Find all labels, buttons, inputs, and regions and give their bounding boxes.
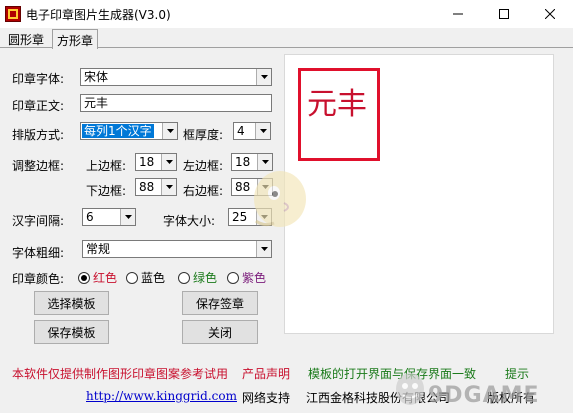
chevron-down-icon [162,123,177,139]
mascot-watermark-icon [254,171,306,227]
radio-red[interactable]: 红色 [78,269,117,286]
bottom-border-value: 88 [139,180,155,194]
weight-value: 常规 [86,242,111,256]
maximize-button[interactable] [481,0,527,28]
close-icon [545,9,555,19]
border-thickness-value: 4 [237,124,245,138]
radio-red-label: 红色 [93,271,118,285]
bottom-border-label: 下边框: [86,184,127,198]
layout-label: 排版方式: [12,128,65,142]
minimize-button[interactable] [435,0,481,28]
seal-preview-text: 元丰 [307,87,367,122]
minimize-icon [453,13,463,15]
close-window-button[interactable] [527,0,573,28]
radio-green[interactable]: 绿色 [178,269,217,286]
adjust-border-label: 调整边框: [12,159,65,173]
font-label: 印章字体: [12,72,65,86]
border-thickness-label: 框厚度: [183,128,224,142]
layout-select[interactable]: 每列1个汉字 [80,122,178,140]
watermark-logo-icon [396,373,424,405]
radio-dot [178,271,190,284]
window-title: 电子印章图片生成器(V3.0) [26,8,171,22]
tab-square-seal[interactable]: 方形章 [52,29,99,49]
left-border-label: 左边框: [183,159,224,173]
seal-text-input[interactable]: 元丰 [80,94,272,112]
spacing-select[interactable]: 6 [82,208,136,226]
spacing-value: 6 [86,210,94,224]
save-seal-button[interactable]: 保存签章 [182,291,258,315]
maximize-icon [499,9,509,19]
chevron-down-icon [161,179,176,195]
seal-preview: 元丰 [298,68,380,161]
watermark-text: 9DGAME [428,383,540,408]
weight-select[interactable]: 常规 [82,240,272,258]
tab-round-seal[interactable]: 圆形章 [4,29,48,48]
chevron-down-icon [256,241,271,257]
website-link[interactable]: http://www.kinggrid.com [86,389,237,403]
color-label: 印章颜色: [12,272,65,286]
text-label: 印章正文: [12,99,65,113]
radio-dot [126,271,138,284]
layout-select-value: 每列1个汉字 [82,124,154,138]
font-select-value: 宋体 [84,70,109,84]
chevron-down-icon [256,69,271,85]
product-statement-link[interactable]: 产品声明 [242,365,290,382]
border-thickness-select[interactable]: 4 [233,122,271,140]
tab-strip: 圆形章 方形章 [0,28,573,49]
right-border-label: 右边框: [183,184,224,198]
app-seal-icon [5,6,21,22]
top-border-label: 上边框: [86,159,127,173]
top-border-stepper[interactable]: 18 [135,153,177,171]
close-button[interactable]: 关闭 [182,320,258,344]
spacing-label: 汉字间隔: [12,214,65,228]
choose-template-button[interactable]: 选择模板 [34,291,109,315]
radio-green-label: 绿色 [193,271,218,285]
title-bar: 电子印章图片生成器(V3.0) [0,0,573,28]
weight-label: 字体粗细: [12,246,65,260]
font-size-label: 字体大小: [163,214,216,228]
bottom-border-stepper[interactable]: 88 [135,178,177,196]
radio-purple[interactable]: 紫色 [227,269,266,286]
radio-dot [78,271,90,284]
radio-purple-label: 紫色 [242,271,267,285]
top-border-value: 18 [139,155,155,169]
chevron-down-icon [120,209,135,225]
radio-dot [227,271,239,284]
radio-blue[interactable]: 蓝色 [126,269,165,286]
chevron-down-icon [161,154,176,170]
watermark: 9DGAME [392,367,552,411]
font-select[interactable]: 宋体 [80,68,272,86]
chevron-down-icon [255,123,270,139]
support-label: 网络支持 [242,391,291,405]
radio-blue-label: 蓝色 [141,271,166,285]
footer-notice-text: 本软件仅提供制作图形印章图案参考试用 [12,367,229,381]
save-template-button[interactable]: 保存模板 [34,320,109,344]
